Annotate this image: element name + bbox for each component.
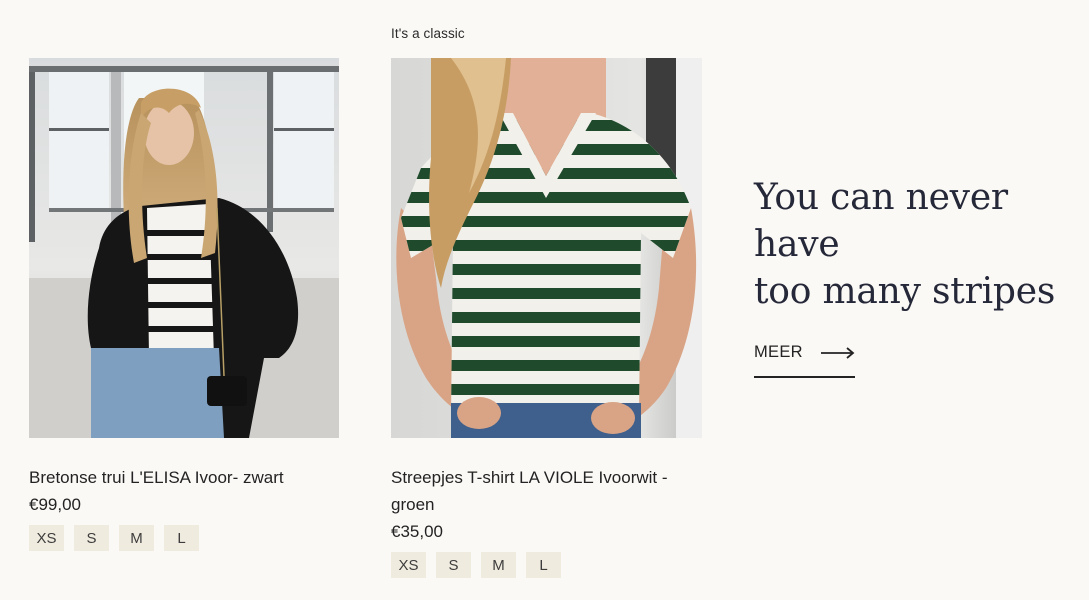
size-options: XS S M L [391, 552, 702, 578]
product-title[interactable]: Bretonse trui L'ELISA Ivoor- zwart [29, 464, 339, 491]
product-title[interactable]: Streepjes T-shirt LA VIOLE Ivoorwit - gr… [391, 464, 702, 518]
product-image[interactable] [29, 58, 339, 438]
size-option-s[interactable]: S [436, 552, 471, 578]
arrow-right-icon [821, 346, 855, 364]
product-card: Bretonse trui L'ELISA Ivoor- zwart €99,0… [29, 58, 339, 551]
size-option-m[interactable]: M [119, 525, 154, 551]
size-option-l[interactable]: L [526, 552, 561, 578]
more-link-label: MEER [754, 343, 803, 361]
size-option-xs[interactable]: XS [29, 525, 64, 551]
product-card: Streepjes T-shirt LA VIOLE Ivoorwit - gr… [391, 58, 702, 578]
headline-line-2: too many stripes [754, 271, 1056, 312]
product-photo-cardigan [29, 58, 339, 438]
size-option-xs[interactable]: XS [391, 552, 426, 578]
size-options: XS S M L [29, 525, 339, 551]
product-price: €35,00 [391, 522, 443, 541]
size-option-s[interactable]: S [74, 525, 109, 551]
product-price: €99,00 [29, 495, 81, 514]
section-headline: You can never have too many stripes [754, 174, 1084, 315]
product-image[interactable] [391, 58, 702, 438]
more-link[interactable]: MEER [754, 340, 855, 378]
headline-line-1: You can never have [754, 177, 1008, 265]
section-eyebrow: It's a classic [391, 26, 465, 41]
product-photo-striped-tshirt [391, 58, 702, 438]
size-option-l[interactable]: L [164, 525, 199, 551]
size-option-m[interactable]: M [481, 552, 516, 578]
